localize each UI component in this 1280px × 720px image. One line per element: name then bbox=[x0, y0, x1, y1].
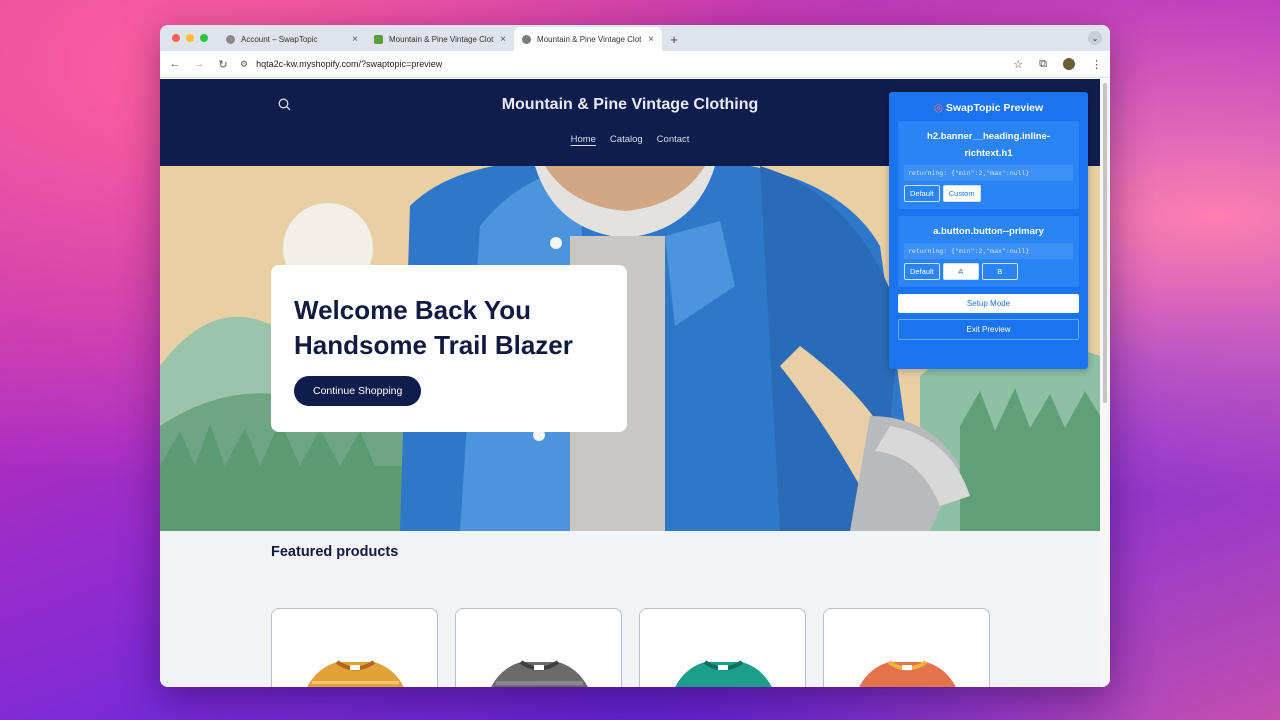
close-icon[interactable]: × bbox=[352, 34, 358, 45]
exit-preview-button[interactable]: Exit Preview bbox=[898, 319, 1079, 340]
product-card[interactable] bbox=[639, 608, 806, 687]
chevron-down-icon[interactable]: ⌄ bbox=[1088, 31, 1102, 45]
tab-title: Mountain & Pine Vintage Clot bbox=[537, 34, 642, 44]
panel-title: ◎ SwapTopic Preview bbox=[898, 102, 1079, 114]
hero-heading-line1: Welcome Back You bbox=[294, 295, 531, 325]
block-returning: returning: {"min":2,"max":null} bbox=[904, 243, 1073, 259]
featured-heading: Featured products bbox=[271, 544, 399, 560]
block-selector: a.button.button--primary bbox=[933, 226, 1044, 237]
product-card[interactable] bbox=[823, 608, 990, 687]
tab-shopify-store[interactable]: Mountain & Pine Vintage Clot × bbox=[366, 27, 514, 51]
tab-title: Mountain & Pine Vintage Clot bbox=[389, 34, 494, 44]
block-returning: returning: {"min":2,"max":null} bbox=[904, 165, 1073, 181]
bookmark-star-icon[interactable]: ☆ bbox=[1013, 58, 1023, 71]
hero-heading: Welcome Back You Handsome Trail Blazer bbox=[294, 293, 604, 363]
close-icon[interactable]: × bbox=[648, 34, 654, 45]
more-menu-icon[interactable]: ⋮ bbox=[1091, 58, 1102, 71]
hero-card: Welcome Back You Handsome Trail Blazer C… bbox=[271, 265, 627, 432]
swaptopic-preview-panel: ◎ SwapTopic Preview h2.banner__heading.i… bbox=[889, 92, 1088, 369]
shirt-image bbox=[307, 660, 404, 687]
new-tab-button[interactable]: + bbox=[662, 27, 686, 51]
url-text: hqta2c-kw.myshopify.com/?swaptopic=previ… bbox=[256, 59, 443, 69]
default-variant-button[interactable]: Default bbox=[904, 185, 940, 202]
hero-heading-line2: Handsome Trail Blazer bbox=[294, 330, 573, 360]
product-card[interactable] bbox=[455, 608, 622, 687]
nav-catalog[interactable]: Catalog bbox=[610, 134, 643, 145]
globe-icon bbox=[226, 34, 235, 44]
target-icon: ◎ bbox=[933, 102, 943, 114]
variant-a-button[interactable]: A bbox=[942, 263, 979, 280]
nav-home[interactable]: Home bbox=[571, 134, 596, 145]
block-selector: h2.banner__heading.inline-richtext.h1 bbox=[927, 131, 1050, 159]
reload-icon[interactable]: ↻ bbox=[216, 58, 230, 71]
globe-icon bbox=[522, 34, 531, 44]
setup-mode-button[interactable]: Setup Mode bbox=[898, 294, 1079, 313]
tab-account-swaptopic[interactable]: Account – SwapTopic × bbox=[218, 27, 366, 51]
panel-title-text: SwapTopic Preview bbox=[945, 102, 1044, 114]
tab-strip: Account – SwapTopic × Mountain & Pine Vi… bbox=[160, 25, 1110, 51]
maximize-window-button[interactable] bbox=[200, 34, 208, 42]
shirt-image bbox=[859, 660, 956, 687]
browser-toolbar: ← → ↻ ⚙ hqta2c-kw.myshopify.com/?swaptop… bbox=[160, 51, 1110, 78]
forward-arrow-icon[interactable]: → bbox=[192, 58, 206, 70]
custom-variant-button[interactable]: Custom bbox=[942, 185, 981, 202]
variant-block: h2.banner__heading.inline-richtext.h1 re… bbox=[898, 121, 1079, 209]
shirt-image bbox=[675, 660, 772, 687]
product-card[interactable] bbox=[271, 608, 438, 687]
window-controls bbox=[172, 34, 208, 42]
shopify-icon bbox=[374, 34, 383, 44]
scrollbar-thumb[interactable] bbox=[1103, 83, 1107, 403]
variant-block: a.button.button--primary returning: {"mi… bbox=[898, 216, 1079, 287]
close-icon[interactable]: × bbox=[500, 34, 506, 45]
nav-contact[interactable]: Contact bbox=[657, 134, 690, 145]
minimize-window-button[interactable] bbox=[186, 34, 194, 42]
default-variant-button[interactable]: Default bbox=[904, 263, 940, 280]
page-scrollbar[interactable] bbox=[1100, 79, 1110, 687]
site-settings-icon[interactable]: ⚙ bbox=[240, 59, 248, 70]
variant-b-button[interactable]: B bbox=[981, 263, 1018, 280]
tab-title: Account – SwapTopic bbox=[241, 34, 318, 44]
tab-store-preview[interactable]: Mountain & Pine Vintage Clot × bbox=[514, 27, 662, 51]
continue-shopping-button[interactable]: Continue Shopping bbox=[294, 376, 422, 406]
shirt-image bbox=[491, 660, 588, 687]
extensions-icon[interactable]: ⧉ bbox=[1039, 58, 1047, 71]
back-arrow-icon[interactable]: ← bbox=[168, 58, 182, 70]
profile-avatar[interactable] bbox=[1063, 58, 1075, 70]
address-bar[interactable]: ⚙ hqta2c-kw.myshopify.com/?swaptopic=pre… bbox=[240, 59, 1003, 70]
close-window-button[interactable] bbox=[172, 34, 180, 42]
